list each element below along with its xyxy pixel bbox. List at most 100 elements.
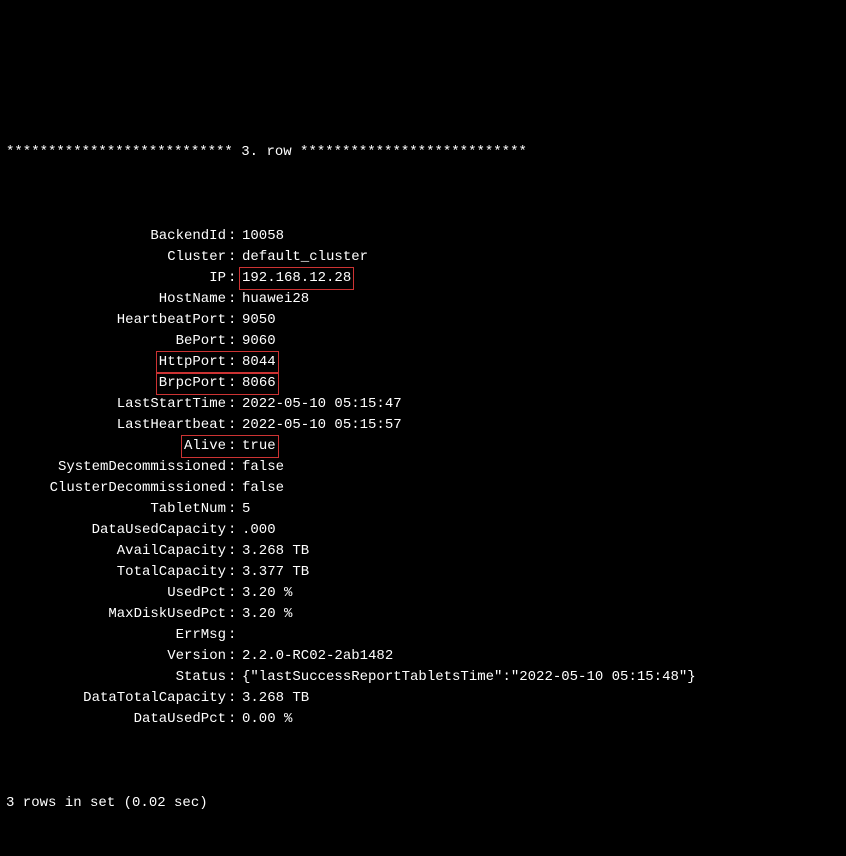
result-summary: 3 rows in set (0.02 sec) [6,793,840,814]
field-label: LastStartTime [6,394,226,415]
field-separator: : [226,583,242,604]
field-value: 3.377 TB [242,562,309,583]
field-row: ClusterDecommissioned:false [6,478,840,499]
field-value: default_cluster [242,247,368,268]
field-row: Cluster:default_cluster [6,247,840,268]
field-value: {"lastSuccessReportTabletsTime":"2022-05… [242,667,696,688]
field-separator: : [226,499,242,520]
field-label: HeartbeatPort [6,310,226,331]
field-separator: : [226,625,242,646]
field-row: BrpcPort:8066 [6,373,840,394]
field-label: MaxDiskUsedPct [6,604,226,625]
field-label: DataUsedCapacity [6,520,226,541]
field-row: IP:192.168.12.28 [6,268,840,289]
field-value: 10058 [242,226,284,247]
field-separator: : [226,247,242,268]
field-row: DataTotalCapacity:3.268 TB [6,688,840,709]
field-value: 9060 [242,331,276,352]
field-label: Cluster [6,247,226,268]
field-separator: : [226,646,242,667]
field-value: 9050 [242,310,276,331]
field-separator: : [226,352,242,373]
field-label: BackendId [6,226,226,247]
field-row: Version:2.2.0-RC02-2ab1482 [6,646,840,667]
field-separator: : [226,436,242,457]
field-label: DataUsedPct [6,709,226,730]
field-separator: : [226,604,242,625]
field-row: TabletNum:5 [6,499,840,520]
field-separator: : [226,226,242,247]
field-value: 0.00 % [242,65,292,72]
field-label: DataTotalCapacity [6,688,226,709]
field-row: SystemDecommissioned:false [6,457,840,478]
field-row: LastStartTime:2022-05-10 05:15:47 [6,394,840,415]
field-row: DataUsedPct:0.00 % [6,709,840,730]
field-label: IP [6,268,226,289]
field-value: 8044 [242,352,276,373]
field-label: ErrMsg [6,625,226,646]
field-label: ClusterDecommissioned [6,478,226,499]
field-value: 3.20 % [242,604,292,625]
field-value: 2022-05-10 05:15:47 [242,394,402,415]
field-separator: : [226,394,242,415]
field-value: false [242,457,284,478]
field-value: huawei28 [242,289,309,310]
field-separator: : [226,688,242,709]
field-row: ErrMsg: [6,625,840,646]
field-value: 5 [242,499,250,520]
field-value: 3.268 TB [242,541,309,562]
field-separator: : [226,541,242,562]
field-label: BrpcPort [159,373,226,394]
field-separator: : [226,709,242,730]
field-row: BePort:9060 [6,331,840,352]
field-row: HostName:huawei28 [6,289,840,310]
field-value: 3.20 % [242,583,292,604]
field-row: UsedPct:3.20 % [6,583,840,604]
field-value: .000 [242,520,276,541]
field-separator: : [226,289,242,310]
field-label: Alive [184,436,226,457]
field-value: 8066 [242,373,276,394]
field-row: TotalCapacity:3.377 TB [6,562,840,583]
field-label: HttpPort [159,352,226,373]
field-label: DataUsedPct [6,65,226,72]
field-value: 192.168.12.28 [239,267,354,290]
field-separator: : [226,520,242,541]
field-row: MaxDiskUsedPct:3.20 % [6,604,840,625]
terminal-output: DataUsedPct : 0.00 % *******************… [6,2,840,856]
field-label: AvailCapacity [6,541,226,562]
field-separator: : [226,310,242,331]
field-row: BackendId:10058 [6,226,840,247]
row-separator-header: *************************** 3. row *****… [6,142,840,163]
field-separator: : [226,457,242,478]
field-label: Status [6,667,226,688]
field-row: AvailCapacity:3.268 TB [6,541,840,562]
field-label: Version [6,646,226,667]
field-row: HeartbeatPort:9050 [6,310,840,331]
field-separator: : [226,331,242,352]
field-label: HostName [6,289,226,310]
field-value: 0.00 % [242,709,292,730]
field-value: 2022-05-10 05:15:57 [242,415,402,436]
field-row: LastHeartbeat:2022-05-10 05:15:57 [6,415,840,436]
field-label: UsedPct [6,583,226,604]
field-value: true [242,436,276,457]
field-label: BePort [6,331,226,352]
field-label: SystemDecommissioned [6,457,226,478]
partial-prev-row: DataUsedPct : 0.00 % [6,65,840,79]
field-label: TotalCapacity [6,562,226,583]
field-value: 3.268 TB [242,688,309,709]
field-separator: : [226,415,242,436]
field-row: Alive:true [6,436,840,457]
field-label: TabletNum [6,499,226,520]
field-separator: : [226,667,242,688]
field-value: 2.2.0-RC02-2ab1482 [242,646,393,667]
field-row: HttpPort:8044 [6,352,840,373]
field-label: LastHeartbeat [6,415,226,436]
field-separator: : [226,65,242,72]
field-value: false [242,478,284,499]
field-separator: : [226,373,242,394]
field-row: Status:{"lastSuccessReportTabletsTime":"… [6,667,840,688]
field-separator: : [226,478,242,499]
field-row: DataUsedCapacity:.000 [6,520,840,541]
